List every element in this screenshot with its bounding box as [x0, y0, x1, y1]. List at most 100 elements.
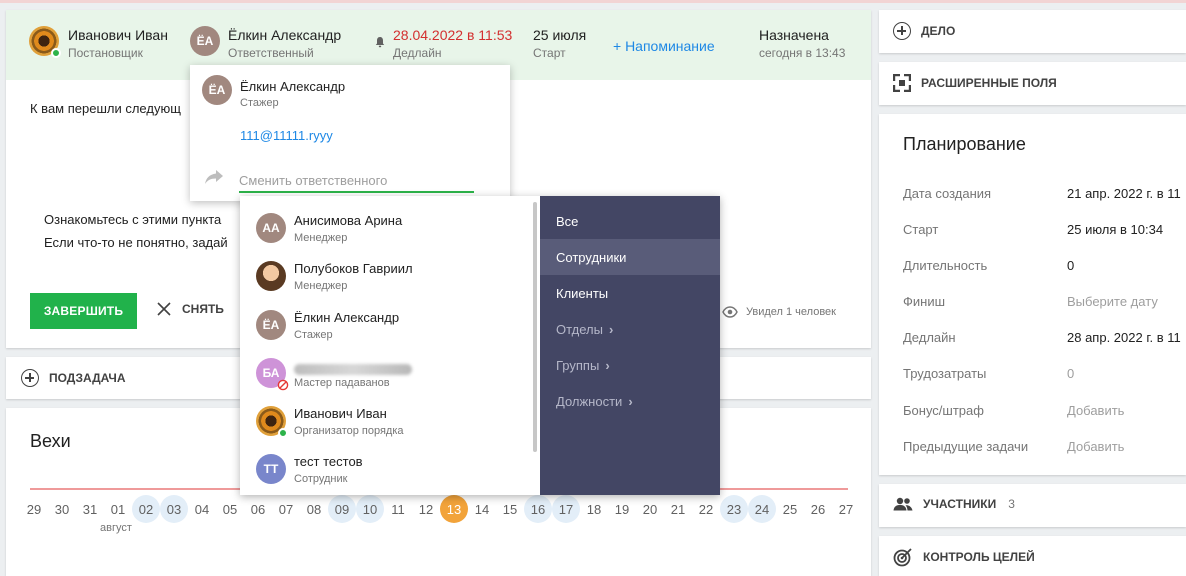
- top-accent-line: [0, 0, 1186, 3]
- planning-title: Планирование: [903, 134, 1026, 154]
- subtask-label: ПОДЗАДАЧА: [49, 371, 126, 385]
- change-responsible-input[interactable]: [239, 169, 474, 193]
- filter-departments[interactable]: Отделы ›: [540, 311, 720, 347]
- plan-row-deadline[interactable]: Дедлайн 28 апр. 2022 г. в 11: [903, 330, 1186, 350]
- blurred-name: [294, 364, 412, 375]
- seen-indicator[interactable]: Увидел 1 человек: [722, 306, 836, 318]
- timeline-day[interactable]: 23: [720, 495, 748, 523]
- timeline-day-today[interactable]: 13: [440, 495, 468, 523]
- complete-button[interactable]: ЗАВЕРШИТЬ: [30, 293, 137, 329]
- timeline-day[interactable]: 02: [132, 495, 160, 523]
- people-list: АА Анисимова Арина Менеджер Полубоков Га…: [240, 196, 540, 495]
- filter-all[interactable]: Все: [540, 203, 720, 239]
- responsible-popup: ЁА Ёлкин Александр Стажер 111@11111.ryyy: [190, 65, 510, 201]
- timeline-day[interactable]: 14: [468, 495, 496, 523]
- timeline-day[interactable]: 22: [692, 495, 720, 523]
- extended-fields-label: РАСШИРЕННЫЕ ПОЛЯ: [921, 76, 1057, 90]
- timeline-day[interactable]: 16: [524, 495, 552, 523]
- goals-button[interactable]: КОНТРОЛЬ ЦЕЛЕЙ: [893, 547, 1035, 567]
- person-name: Иванович Иван: [294, 406, 387, 421]
- timeline-day[interactable]: 08: [300, 495, 328, 523]
- add-subtask-button[interactable]: ПОДЗАДАЧА: [21, 369, 126, 387]
- deadline-label: Дедлайн: [393, 46, 442, 60]
- timeline-day[interactable]: 03: [160, 495, 188, 523]
- filter-groups[interactable]: Группы ›: [540, 347, 720, 383]
- timeline-day[interactable]: 10: [356, 495, 384, 523]
- timeline-day[interactable]: 31: [76, 495, 104, 523]
- seen-label: Увидел 1 человек: [746, 306, 836, 318]
- extended-fields-button[interactable]: РАСШИРЕННЫЕ ПОЛЯ: [893, 74, 1057, 92]
- plan-row-bonus[interactable]: Бонус/штраф Добавить: [903, 403, 1186, 423]
- timeline-day[interactable]: 11: [384, 495, 412, 523]
- plan-row-duration[interactable]: Длительность 0: [903, 258, 1186, 278]
- remove-button[interactable]: СНЯТЬ: [156, 301, 224, 317]
- timeline-day[interactable]: 12: [412, 495, 440, 523]
- filter-clients[interactable]: Клиенты: [540, 275, 720, 311]
- planning-card: Планирование Дата создания 21 апр. 2022 …: [879, 114, 1186, 475]
- timeline-day[interactable]: 20: [636, 495, 664, 523]
- plan-row-previous[interactable]: Предыдущие задачи Добавить: [903, 439, 1186, 459]
- plan-row-start[interactable]: Старт 25 июля в 10:34: [903, 222, 1186, 242]
- list-item[interactable]: АА Анисимова Арина Менеджер: [240, 203, 530, 251]
- timeline-day[interactable]: 06: [244, 495, 272, 523]
- popup-avatar: ЁА: [202, 75, 232, 105]
- timeline-day[interactable]: 30: [48, 495, 76, 523]
- timeline-day[interactable]: 07: [272, 495, 300, 523]
- goals-card[interactable]: КОНТРОЛЬ ЦЕЛЕЙ: [879, 536, 1186, 576]
- timeline-day[interactable]: 05: [216, 495, 244, 523]
- filter-panel: Все Сотрудники Клиенты Отделы › Группы › Д…: [540, 196, 720, 495]
- timeline-day[interactable]: 26: [804, 495, 832, 523]
- author-avatar[interactable]: [29, 26, 61, 58]
- responsible-block[interactable]: Ёлкин Александр Ответственный: [228, 27, 341, 61]
- add-case-button[interactable]: ДЕЛО: [893, 22, 955, 40]
- deadline-block[interactable]: 28.04.2022 в 11:53 Дедлайн: [393, 27, 512, 61]
- start-block[interactable]: 25 июля Старт: [533, 27, 586, 61]
- list-item[interactable]: ЁА Ёлкин Александр Стажер: [240, 300, 530, 348]
- timeline-day[interactable]: 01: [104, 495, 132, 523]
- avatar: ЁА: [256, 310, 286, 340]
- avatar: [256, 261, 286, 291]
- person-name: тест тестов: [294, 454, 363, 469]
- timeline-day[interactable]: 09: [328, 495, 356, 523]
- list-item[interactable]: БА Мастер падаванов: [240, 348, 530, 396]
- person-name: Полубоков Гавриил: [294, 261, 413, 276]
- filter-employees[interactable]: Сотрудники: [540, 239, 720, 275]
- filter-positions[interactable]: Должности ›: [540, 383, 720, 419]
- status-block: Назначена сегодня в 13:43: [759, 27, 845, 61]
- online-status-icon: [51, 48, 61, 58]
- status-value: Назначена: [759, 27, 829, 43]
- bell-icon[interactable]: [374, 36, 386, 48]
- popup-person-name: Ёлкин Александр: [240, 79, 346, 94]
- participants-button[interactable]: УЧАСТНИКИ 3: [893, 497, 1015, 511]
- plan-row-effort[interactable]: Трудозатраты 0: [903, 366, 1186, 386]
- list-item[interactable]: Иванович Иван Организатор порядка: [240, 396, 530, 444]
- message-line-2: Если что-то не понятно, задай: [44, 235, 228, 250]
- timeline-day[interactable]: 21: [664, 495, 692, 523]
- person-role: Мастер падаванов: [294, 377, 390, 389]
- plan-row-finish[interactable]: Финиш Выберите дату: [903, 294, 1186, 314]
- timeline-day[interactable]: 27: [832, 495, 860, 523]
- timeline-day[interactable]: 19: [608, 495, 636, 523]
- timeline-day[interactable]: 17: [552, 495, 580, 523]
- timeline-day[interactable]: 25: [776, 495, 804, 523]
- list-item[interactable]: Полубоков Гавриил Менеджер: [240, 251, 530, 299]
- timeline-day[interactable]: 24: [748, 495, 776, 523]
- people-scrollbar[interactable]: [533, 202, 537, 452]
- responsible-avatar[interactable]: ЁА: [190, 26, 220, 56]
- start-label: Старт: [533, 46, 566, 60]
- popup-email-link[interactable]: 111@11111.ryyy: [240, 128, 333, 143]
- list-item[interactable]: ТТ тест тестов Сотрудник: [240, 444, 530, 492]
- extended-fields-card[interactable]: РАСШИРЕННЫЕ ПОЛЯ: [879, 62, 1186, 105]
- timeline-day[interactable]: 18: [580, 495, 608, 523]
- person-name: Ёлкин Александр: [294, 310, 400, 325]
- case-card[interactable]: ДЕЛО: [879, 10, 1186, 53]
- avatar: БА: [256, 358, 289, 391]
- author-block[interactable]: Иванович Иван Постановщик: [68, 27, 168, 61]
- participants-card[interactable]: УЧАСТНИКИ 3: [879, 484, 1186, 527]
- timeline-day[interactable]: 15: [496, 495, 524, 523]
- timeline-day[interactable]: 29: [20, 495, 48, 523]
- add-reminder-link[interactable]: + Напоминание: [613, 38, 715, 54]
- timeline-day[interactable]: 04: [188, 495, 216, 523]
- person-role: Организатор порядка: [294, 425, 404, 437]
- blocked-icon: [277, 379, 289, 391]
